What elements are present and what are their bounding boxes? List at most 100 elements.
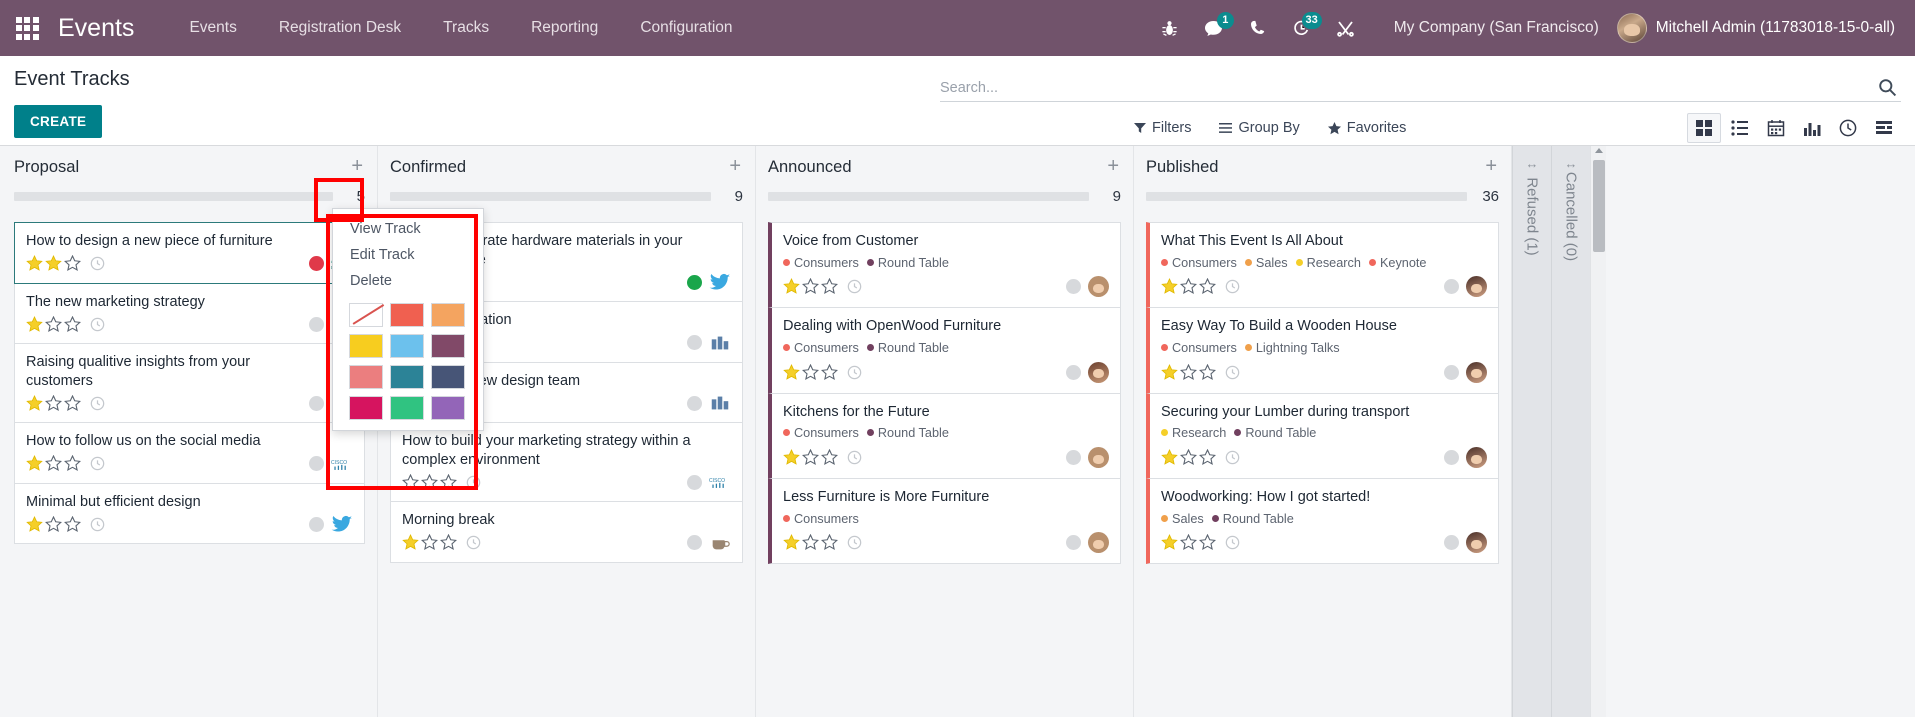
color-swatch-salmon-pink[interactable] xyxy=(349,365,383,389)
priority-stars[interactable] xyxy=(26,255,81,272)
tag-round-table[interactable]: Round Table xyxy=(1211,512,1294,526)
kanban-card[interactable]: Kitchens for the Future Consumers Round Ta… xyxy=(768,393,1121,479)
kanban-card[interactable]: Voice from Customer Consumers Round Table xyxy=(768,222,1121,309)
tag-research[interactable]: Research xyxy=(1295,256,1361,270)
color-swatch-yellow[interactable] xyxy=(349,334,383,358)
kanban-card[interactable]: Morning break xyxy=(390,502,743,563)
color-swatch-dark-purple[interactable] xyxy=(431,334,465,358)
kanban-state-dot[interactable] xyxy=(687,474,702,490)
kanban-state-dot[interactable] xyxy=(309,256,324,272)
groupby-dropdown[interactable]: Group By xyxy=(1205,116,1313,140)
tag-round-table[interactable]: Round Table xyxy=(866,341,949,355)
kanban-card[interactable]: How to follow us on the social media CISC… xyxy=(14,423,365,484)
apps-menu-button[interactable] xyxy=(0,0,54,56)
pivot-view-button[interactable] xyxy=(1867,113,1901,143)
kanban-state-dot[interactable] xyxy=(309,316,324,332)
tag-consumers[interactable]: Consumers xyxy=(1161,256,1237,270)
menu-item-events[interactable]: Events xyxy=(168,11,257,45)
menu-item-configuration[interactable]: Configuration xyxy=(619,11,753,45)
priority-stars[interactable] xyxy=(783,534,838,551)
kanban-state-dot[interactable] xyxy=(687,335,702,351)
priority-stars[interactable] xyxy=(783,363,838,381)
color-swatch-fuchsia[interactable] xyxy=(349,396,383,420)
kanban-card[interactable]: Securing your Lumber during transport Res… xyxy=(1146,393,1499,479)
tag-sales[interactable]: Sales xyxy=(1161,512,1204,526)
kanban-card[interactable]: Less Furniture is More Furniture Consumer… xyxy=(768,478,1121,565)
priority-stars[interactable] xyxy=(1161,534,1216,551)
graph-view-button[interactable] xyxy=(1795,113,1829,143)
column-progress-bar[interactable] xyxy=(768,192,1089,201)
kanban-state-dot[interactable] xyxy=(1444,279,1459,295)
color-swatch-medium-blue[interactable] xyxy=(390,365,424,389)
messages-icon[interactable]: 1 xyxy=(1192,8,1236,48)
kanban-state-dot[interactable] xyxy=(687,395,702,411)
priority-stars[interactable] xyxy=(783,448,838,466)
kanban-view-button[interactable] xyxy=(1687,113,1721,143)
bug-icon[interactable] xyxy=(1148,8,1192,48)
tag-sales[interactable]: Sales xyxy=(1244,256,1288,270)
column-add-card-button[interactable]: + xyxy=(349,156,365,176)
tag-keynote[interactable]: Keynote xyxy=(1368,256,1427,270)
dropdown-item-edit-track[interactable]: Edit Track xyxy=(333,242,483,268)
color-swatch-light-blue[interactable] xyxy=(390,334,424,358)
folded-column-cancelled[interactable]: ↔ Cancelled (0) xyxy=(1551,146,1590,717)
kanban-card[interactable]: What This Event Is All About Consumers Sal… xyxy=(1146,222,1499,309)
tag-consumers[interactable]: Consumers xyxy=(783,512,859,526)
menu-item-registration-desk[interactable]: Registration Desk xyxy=(258,11,422,45)
kanban-state-dot[interactable] xyxy=(1066,535,1081,551)
activity-view-button[interactable] xyxy=(1831,113,1865,143)
activity-clock-icon[interactable]: 33 xyxy=(1280,8,1324,48)
color-swatch-dark-blue[interactable] xyxy=(431,365,465,389)
kanban-state-dot[interactable] xyxy=(309,395,324,411)
tools-icon[interactable] xyxy=(1324,8,1368,48)
kanban-state-dot[interactable] xyxy=(1444,449,1459,465)
kanban-state-dot[interactable] xyxy=(1066,279,1081,295)
assignee-avatar[interactable] xyxy=(1088,361,1109,383)
menu-item-reporting[interactable]: Reporting xyxy=(510,11,619,45)
kanban-state-dot[interactable] xyxy=(687,535,702,551)
kanban-state-dot[interactable] xyxy=(309,516,324,532)
kanban-state-dot[interactable] xyxy=(1444,364,1459,380)
tag-consumers[interactable]: Consumers xyxy=(783,426,859,440)
kanban-card[interactable]: How to design a new piece of furniture AD… xyxy=(14,222,365,284)
column-progress-bar[interactable] xyxy=(14,192,333,201)
tag-consumers[interactable]: Consumers xyxy=(1161,341,1237,355)
filters-dropdown[interactable]: Filters xyxy=(1120,116,1205,140)
priority-stars[interactable] xyxy=(402,534,457,551)
scroll-up-arrow[interactable] xyxy=(1595,148,1603,153)
assignee-avatar[interactable] xyxy=(1466,446,1487,468)
company-selector[interactable]: My Company (San Francisco) xyxy=(1368,19,1617,37)
priority-stars[interactable] xyxy=(1161,363,1216,381)
tag-round-table[interactable]: Round Table xyxy=(1234,426,1316,440)
assignee-avatar[interactable] xyxy=(1088,276,1109,298)
color-swatch-orange[interactable] xyxy=(431,303,465,327)
priority-stars[interactable] xyxy=(1161,448,1216,466)
kanban-state-dot[interactable] xyxy=(687,274,702,290)
menu-item-tracks[interactable]: Tracks xyxy=(422,11,510,45)
column-add-card-button[interactable]: + xyxy=(1483,156,1499,176)
tag-research[interactable]: Research xyxy=(1161,426,1226,440)
scrollbar-thumb[interactable] xyxy=(1593,160,1605,252)
vertical-scrollbar[interactable] xyxy=(1590,146,1606,717)
kanban-card[interactable]: How to build your marketing strategy wit… xyxy=(390,423,743,503)
tag-round-table[interactable]: Round Table xyxy=(866,426,949,440)
dropdown-item-view-track[interactable]: View Track xyxy=(333,216,483,242)
assignee-avatar[interactable] xyxy=(1466,276,1487,298)
priority-stars[interactable] xyxy=(26,515,81,533)
assignee-avatar[interactable] xyxy=(1088,446,1109,468)
kanban-state-dot[interactable] xyxy=(309,456,324,472)
dropdown-item-delete[interactable]: Delete xyxy=(333,268,483,294)
color-swatch-red[interactable] xyxy=(390,303,424,327)
favorites-dropdown[interactable]: Favorites xyxy=(1314,116,1421,140)
list-view-button[interactable] xyxy=(1723,113,1757,143)
assignee-avatar[interactable] xyxy=(1088,532,1109,554)
color-swatch-purple[interactable] xyxy=(431,396,465,420)
tag-lightning-talks[interactable]: Lightning Talks xyxy=(1244,341,1340,355)
kanban-state-dot[interactable] xyxy=(1066,364,1081,380)
priority-stars[interactable] xyxy=(783,278,838,295)
create-button[interactable]: CREATE xyxy=(14,105,103,138)
column-progress-bar[interactable] xyxy=(1146,192,1467,201)
priority-stars[interactable] xyxy=(1161,278,1216,295)
color-swatch-no-color[interactable] xyxy=(349,303,383,327)
color-swatch-green[interactable] xyxy=(390,396,424,420)
